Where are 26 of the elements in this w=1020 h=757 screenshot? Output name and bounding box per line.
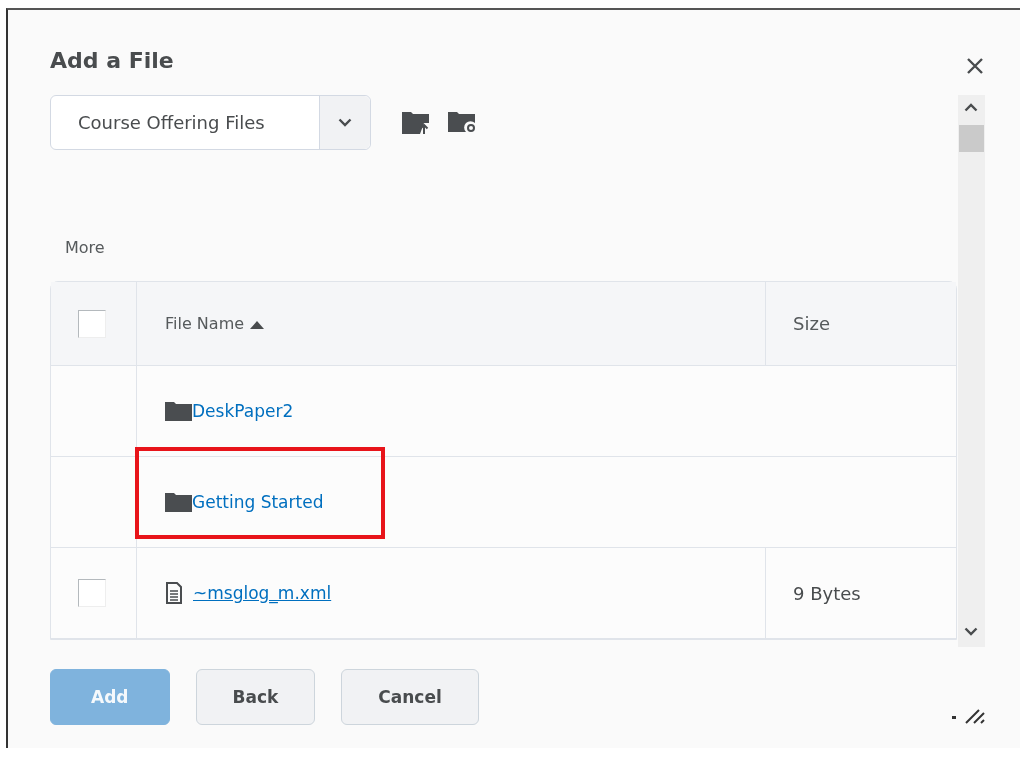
file-size: 9 Bytes bbox=[793, 582, 861, 604]
folder-icon bbox=[165, 492, 192, 512]
source-dropdown[interactable]: Course Offering Files bbox=[50, 95, 371, 150]
select-value: Course Offering Files bbox=[77, 111, 266, 135]
chevron-down-icon bbox=[338, 118, 352, 127]
document-icon bbox=[165, 582, 183, 604]
file-link[interactable]: ~msglog_m.xml bbox=[193, 583, 332, 603]
checkbox[interactable] bbox=[78, 579, 106, 607]
dialog-button[interactable]: Cancel bbox=[341, 669, 479, 725]
dialog-button[interactable]: Back bbox=[195, 669, 316, 725]
column-header[interactable]: File Name bbox=[165, 314, 245, 333]
resize-grip-icon[interactable] bbox=[952, 708, 986, 724]
close-icon[interactable] bbox=[965, 56, 985, 76]
folder-upload-icon[interactable] bbox=[402, 111, 429, 134]
folder-settings-icon[interactable] bbox=[448, 111, 476, 133]
column-header[interactable]: Size bbox=[793, 313, 830, 334]
folder-link[interactable]: Getting Started bbox=[192, 492, 324, 512]
folder-icon bbox=[165, 401, 192, 421]
scrollbar-thumb[interactable] bbox=[959, 125, 984, 152]
dialog-title: Add a File bbox=[50, 48, 174, 73]
chevron-up-icon[interactable] bbox=[964, 103, 978, 112]
checkbox[interactable] bbox=[78, 309, 106, 338]
chevron-down-icon[interactable] bbox=[964, 627, 978, 636]
scrollbar[interactable] bbox=[958, 95, 985, 647]
more-link[interactable]: More bbox=[65, 238, 105, 258]
folder-link[interactable]: DeskPaper2 bbox=[192, 401, 294, 421]
